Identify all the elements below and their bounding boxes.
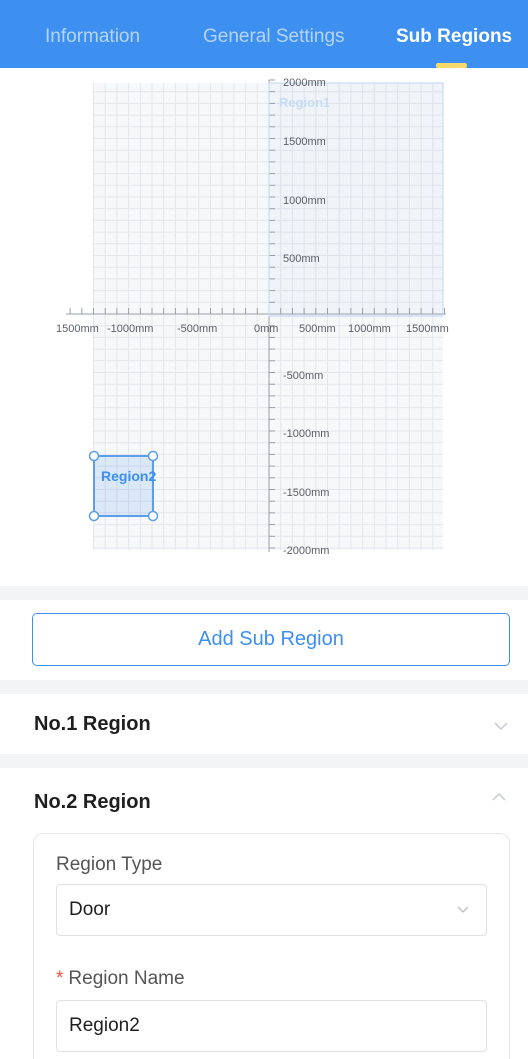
chevron-down-icon — [457, 906, 469, 913]
region2-handle-bottom-right[interactable] — [147, 510, 159, 522]
y-tick-label: 1000mm — [283, 195, 326, 207]
region1-label: Region1 — [279, 95, 330, 110]
region-name-input[interactable]: Region2 — [56, 1000, 487, 1052]
y-tick-label: 500mm — [283, 253, 320, 265]
tab-bar: Information General Settings Sub Regions — [0, 0, 528, 68]
region-type-value: Door — [69, 899, 111, 920]
x-tick-label: 1500mm — [56, 323, 99, 335]
region-name-label: Region Name — [68, 968, 185, 989]
region-2-form: Region Type Door * Region Name Region2 — [33, 833, 510, 1059]
tab-information[interactable]: Information — [45, 22, 140, 52]
section-divider — [0, 754, 528, 768]
region-grid-svg[interactable]: Region1 Region2 1500mm -1000mm -500mm 0m… — [0, 68, 528, 586]
y-tick-label: -2000mm — [283, 545, 329, 557]
y-tick-label: -1000mm — [283, 428, 329, 440]
add-sub-region-button[interactable]: Add Sub Region — [32, 613, 510, 666]
region2-box[interactable] — [93, 455, 154, 517]
region2-handle-bottom-left[interactable] — [88, 510, 100, 522]
region-type-select[interactable]: Door — [56, 884, 487, 936]
section-divider — [0, 586, 528, 600]
region2-label: Region2 — [101, 468, 156, 484]
y-tick-label: 2000mm — [283, 77, 326, 89]
y-tick-label: -1500mm — [283, 487, 329, 499]
region-2-title: No.2 Region — [34, 791, 151, 813]
tab-sub-regions[interactable]: Sub Regions — [396, 22, 512, 52]
region2-handle-top-right[interactable] — [147, 450, 159, 462]
region-2-header[interactable]: No.2 Region — [0, 768, 528, 830]
x-tick-label: 0mm — [254, 323, 278, 335]
x-tick-label: -500mm — [177, 323, 217, 335]
tab-general-settings[interactable]: General Settings — [203, 22, 345, 52]
x-tick-label: 1500mm — [406, 323, 449, 335]
region-name-label-row: * Region Name — [56, 967, 185, 991]
y-tick-label: -500mm — [283, 370, 323, 382]
required-asterisk: * — [56, 968, 64, 989]
x-tick-label: 1000mm — [348, 323, 391, 335]
x-tick-label: -1000mm — [107, 323, 153, 335]
chevron-up-icon — [492, 793, 506, 801]
x-tick-label: 500mm — [299, 323, 336, 335]
region-type-label: Region Type — [56, 854, 163, 875]
region-name-value: Region2 — [69, 1015, 140, 1036]
region-1-header[interactable]: No.1 Region — [0, 694, 528, 754]
chevron-down-icon — [494, 722, 508, 730]
region-canvas[interactable]: Region1 Region2 1500mm -1000mm -500mm 0m… — [0, 68, 528, 586]
y-tick-label: 1500mm — [283, 136, 326, 148]
section-divider — [0, 680, 528, 694]
region2-handle-top-left[interactable] — [88, 450, 100, 462]
region-1-title: No.1 Region — [34, 713, 151, 735]
